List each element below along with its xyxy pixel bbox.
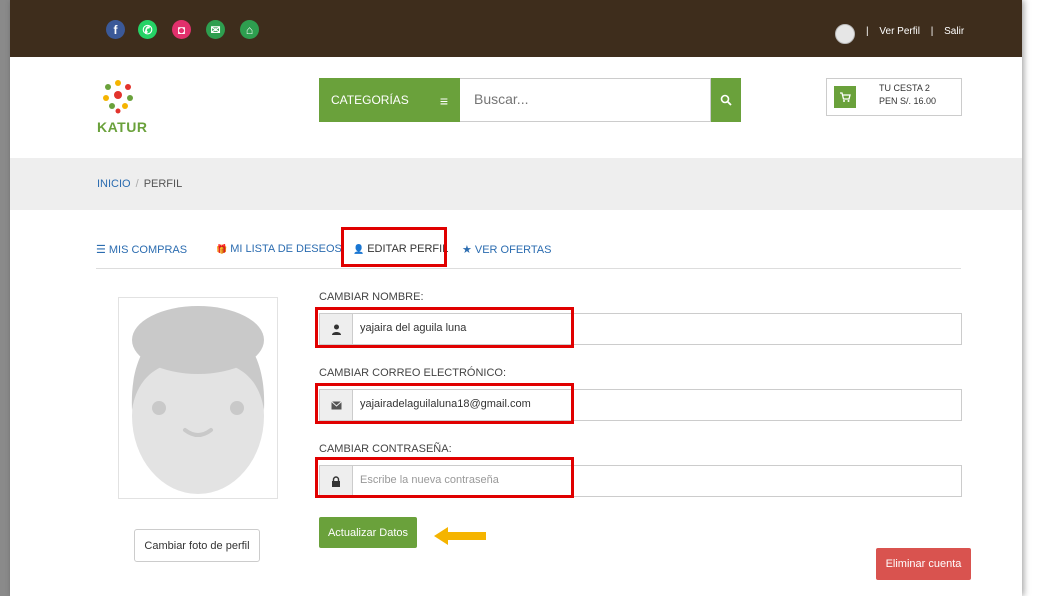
name-label: CAMBIAR NOMBRE: xyxy=(319,291,424,303)
top-links: | Ver Perfil | Salir xyxy=(862,26,968,37)
mail-icon[interactable]: ✉ xyxy=(206,20,225,39)
whatsapp-icon[interactable]: ✆ xyxy=(138,20,157,39)
highlight-box-password xyxy=(315,457,574,498)
tab-mis-compras[interactable]: ☰ MIS COMPRAS xyxy=(96,243,187,256)
tab-label: MI LISTA DE DESEOS xyxy=(230,243,342,255)
default-avatar-icon xyxy=(131,306,265,494)
gift-icon: 🎁 xyxy=(216,244,228,254)
breadcrumb-separator: / xyxy=(135,178,139,190)
tabs-divider xyxy=(96,268,961,269)
tab-label: VER OFERTAS xyxy=(474,244,552,256)
cart-total: PEN S/. 16.00 xyxy=(879,96,937,106)
profile-photo xyxy=(118,297,278,499)
change-photo-button[interactable]: Cambiar foto de perfil xyxy=(134,529,260,562)
password-label: CAMBIAR CONTRASEÑA: xyxy=(319,443,452,455)
update-data-button[interactable]: Actualizar Datos xyxy=(319,517,417,548)
delete-account-button[interactable]: Eliminar cuenta xyxy=(876,548,971,580)
list-icon: ☰ xyxy=(96,244,106,256)
screenshot-frame: f ✆ ◘ ✉ ⌂ | Ver Perfil | Salir KATUR CAT… xyxy=(0,0,1039,596)
highlight-box-tab xyxy=(341,227,447,267)
instagram-icon[interactable]: ◘ xyxy=(172,20,191,39)
search-box xyxy=(460,78,711,122)
cart-count: TU CESTA 2 xyxy=(879,83,930,93)
logo-text: KATUR xyxy=(97,119,148,135)
categories-button[interactable]: CATEGORÍAS ≡ xyxy=(319,78,460,122)
top-bar: f ✆ ◘ ✉ ⌂ | Ver Perfil | Salir xyxy=(10,0,1022,57)
home-icon[interactable]: ⌂ xyxy=(240,20,259,39)
categories-label: CATEGORÍAS xyxy=(331,93,409,107)
arrow-left-icon xyxy=(434,527,486,545)
top-separator: | xyxy=(866,26,869,37)
tab-label: MIS COMPRAS xyxy=(108,244,188,256)
user-avatar[interactable] xyxy=(835,24,855,44)
email-label: CAMBIAR CORREO ELECTRÓNICO: xyxy=(319,367,507,379)
menu-bars-icon: ≡ xyxy=(439,93,448,109)
cart-widget[interactable]: TU CESTA 2 PEN S/. 16.00 xyxy=(826,78,962,116)
facebook-icon[interactable]: f xyxy=(106,20,125,39)
cart-icon xyxy=(834,86,856,108)
highlight-box-email xyxy=(315,383,574,424)
tab-mi-lista-de-deseos[interactable]: 🎁 MI LISTA DE DESEOS xyxy=(216,243,342,255)
highlight-box-name xyxy=(315,307,574,348)
view-profile-link[interactable]: Ver Perfil xyxy=(879,26,920,37)
tab-ver-ofertas[interactable]: ★ VER OFERTAS xyxy=(462,243,551,256)
search-button[interactable] xyxy=(711,78,741,122)
top-separator: | xyxy=(930,26,934,37)
katur-logo-icon[interactable] xyxy=(98,75,138,115)
star-icon: ★ xyxy=(462,244,472,256)
breadcrumb-home-link[interactable]: INICIO xyxy=(97,178,131,190)
profile-page: f ✆ ◘ ✉ ⌂ | Ver Perfil | Salir KATUR CAT… xyxy=(10,0,1022,596)
breadcrumb-current: PERFIL xyxy=(143,178,183,190)
search-input[interactable] xyxy=(472,90,696,108)
search-icon xyxy=(720,94,732,106)
window-edge xyxy=(0,0,10,596)
breadcrumb: INICIO / PERFIL xyxy=(97,178,182,190)
logout-link[interactable]: Salir xyxy=(944,26,964,37)
